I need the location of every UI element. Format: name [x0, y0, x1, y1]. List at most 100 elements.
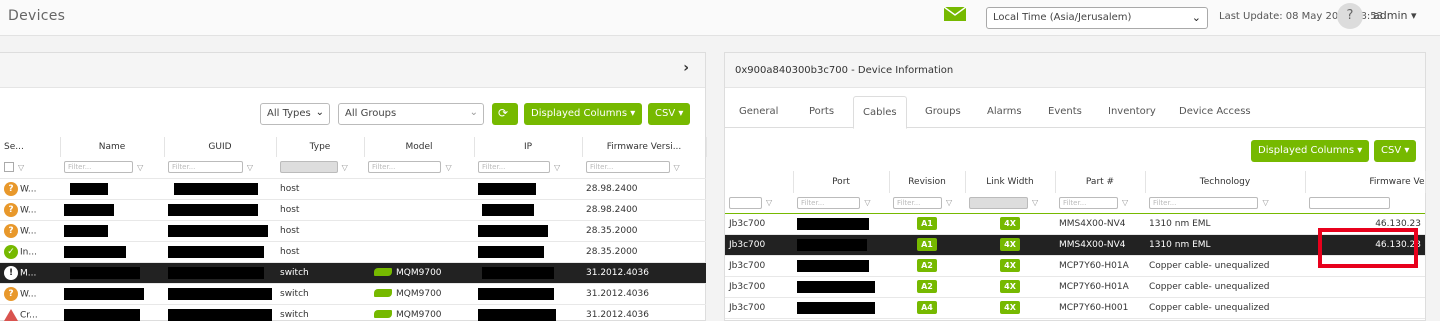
filter-icon[interactable]: ▽: [1122, 198, 1128, 207]
tab-general[interactable]: General: [739, 96, 778, 128]
filter-icon[interactable]: ▽: [445, 163, 451, 172]
redacted-name: [64, 308, 140, 321]
devices-header-row: Se... Name GUID Type Model IP Firmware V…: [0, 137, 707, 157]
filter-icon[interactable]: ▽: [864, 198, 870, 207]
redacted-ip: [478, 182, 536, 195]
redacted-name: [64, 287, 144, 300]
tab-inventory[interactable]: Inventory: [1108, 96, 1156, 128]
warning-icon: ?: [4, 286, 18, 301]
user-menu[interactable]: admin ▾: [1373, 9, 1417, 22]
displayed-columns-button[interactable]: Displayed Columns ▾: [1251, 140, 1370, 162]
select-all-checkbox[interactable]: [4, 162, 14, 172]
link-width-filter-select[interactable]: [969, 196, 1029, 209]
displayed-columns-label: Displayed Columns: [1258, 145, 1355, 156]
technology-filter-input[interactable]: Filter...: [1149, 196, 1259, 209]
part-filter-input[interactable]: Filter...: [1059, 196, 1119, 209]
col-header-technology[interactable]: Technology: [1145, 171, 1306, 193]
csv-button[interactable]: CSV ▾: [648, 103, 691, 125]
device-info-panel: 0x900a840300b3c700 - Device Information …: [724, 52, 1426, 321]
device-type: host: [276, 241, 364, 263]
tab-cables[interactable]: Cables: [853, 96, 907, 129]
col-header-firmware[interactable]: Firmware Versi...: [582, 137, 707, 157]
revision-badge: A1: [917, 238, 937, 251]
col-header-part[interactable]: Part #: [1055, 171, 1146, 193]
filter-icon[interactable]: ▽: [554, 163, 560, 172]
col-header-link-width[interactable]: Link Width: [965, 171, 1056, 193]
filter-icon[interactable]: ▽: [946, 198, 952, 207]
col-header-severity[interactable]: Se...: [0, 137, 61, 157]
ip-filter-input[interactable]: Filter...: [478, 161, 550, 174]
device-type: host: [276, 220, 364, 242]
filter-icon[interactable]: ▽: [674, 163, 680, 172]
col-header-guid[interactable]: GUID: [164, 137, 277, 157]
col-header-guid[interactable]: [725, 171, 794, 193]
redacted-guid: [168, 308, 272, 321]
port-filter-input[interactable]: Filter...: [797, 196, 861, 209]
firmware-filter-input[interactable]: [1309, 196, 1390, 209]
cable-part: MCP7Y60-H01A: [1055, 255, 1145, 277]
filter-icon[interactable]: ▽: [137, 163, 143, 172]
filter-icon[interactable]: ▽: [247, 163, 253, 172]
device-row[interactable]: ? W... switch MQM9700 31.2012.4036: [0, 283, 706, 305]
cable-row[interactable]: Jb3c700 A2 4X MCP7Y60-H01A Copper cable-…: [725, 276, 1425, 298]
cable-guid: Jb3c700: [725, 276, 793, 298]
check-icon: ✓: [4, 244, 18, 259]
help-button[interactable]: ?: [1337, 3, 1363, 29]
severity-text: In...: [20, 247, 37, 257]
cable-part: MCP7Y60-H01A: [1055, 276, 1145, 298]
types-select[interactable]: All Types ⌄: [260, 103, 330, 125]
name-filter-input[interactable]: Filter...: [64, 161, 134, 174]
redacted-ip: [482, 266, 554, 279]
timezone-value: Local Time (Asia/Jerusalem): [993, 12, 1132, 23]
tab-ports[interactable]: Ports: [809, 96, 834, 128]
device-row[interactable]: ? W... host 28.98.2400: [0, 199, 706, 221]
device-row-selected[interactable]: ! M... switch MQM9700 31.2012.4036: [0, 262, 706, 284]
revision-filter-input[interactable]: Filter...: [893, 196, 942, 209]
csv-button[interactable]: CSV ▾: [1374, 140, 1417, 162]
device-firmware: 28.35.2000: [582, 220, 706, 242]
device-row[interactable]: ? W... host 28.35.2000: [0, 220, 706, 242]
tab-alarms[interactable]: Alarms: [987, 96, 1022, 128]
tab-device-access[interactable]: Device Access: [1179, 96, 1251, 128]
guid-filter-input[interactable]: Filter...: [168, 161, 243, 174]
firmware-filter-input[interactable]: Filter...: [586, 161, 670, 174]
redacted-port: [797, 259, 869, 272]
warning-icon: ?: [4, 202, 18, 217]
displayed-columns-button[interactable]: Displayed Columns ▾: [524, 103, 643, 125]
tab-events[interactable]: Events: [1048, 96, 1082, 128]
type-filter-select[interactable]: [280, 161, 338, 174]
cable-row[interactable]: Jb3c700 A4 4X MCP7Y60-H001 Copper cable-…: [725, 297, 1425, 319]
redacted-name: [64, 245, 126, 258]
device-model: MQM9700: [396, 267, 442, 278]
filter-icon[interactable]: ▽: [766, 198, 772, 207]
cables-filter-row: ▽ Filter... ▽ Filter... ▽ ▽ Filter... ▽ Fil…: [725, 193, 1425, 214]
col-header-revision[interactable]: Revision: [889, 171, 966, 193]
tab-groups[interactable]: Groups: [925, 96, 961, 128]
model-filter-input[interactable]: Filter...: [368, 161, 442, 174]
chevron-down-icon: ⌄: [1191, 11, 1201, 24]
guid-filter-input[interactable]: [729, 196, 762, 209]
col-header-ip[interactable]: IP: [474, 137, 583, 157]
filter-icon[interactable]: ▽: [1262, 198, 1268, 207]
chevron-down-icon: ▾: [1410, 9, 1417, 22]
col-header-type[interactable]: Type: [276, 137, 365, 157]
collapse-chevron-icon[interactable]: ›: [683, 60, 689, 76]
device-row[interactable]: ✓ In... host 28.35.2000: [0, 241, 706, 263]
displayed-columns-label: Displayed Columns: [531, 108, 628, 119]
filter-icon[interactable]: ▽: [342, 163, 348, 172]
timezone-select[interactable]: Local Time (Asia/Jerusalem) ⌄: [986, 7, 1208, 29]
col-header-port[interactable]: Port: [793, 171, 890, 193]
device-row[interactable]: Cr... switch MQM9700 31.2012.4036: [0, 304, 706, 321]
user-name: admin: [1373, 9, 1408, 22]
filter-icon[interactable]: ▽: [18, 163, 24, 172]
col-header-model[interactable]: Model: [364, 137, 475, 157]
mail-icon[interactable]: [944, 7, 966, 21]
filter-icon[interactable]: ▽: [1032, 198, 1038, 207]
col-header-name[interactable]: Name: [60, 137, 165, 157]
groups-select[interactable]: All Groups ⌄: [338, 103, 484, 125]
device-row[interactable]: ? W... host 28.98.2400: [0, 178, 706, 200]
cable-technology: 1310 nm EML: [1145, 213, 1305, 235]
redacted-ip: [478, 224, 548, 237]
refresh-button[interactable]: ⟳: [492, 103, 518, 125]
col-header-firmware[interactable]: Firmware Ve: [1305, 171, 1426, 193]
